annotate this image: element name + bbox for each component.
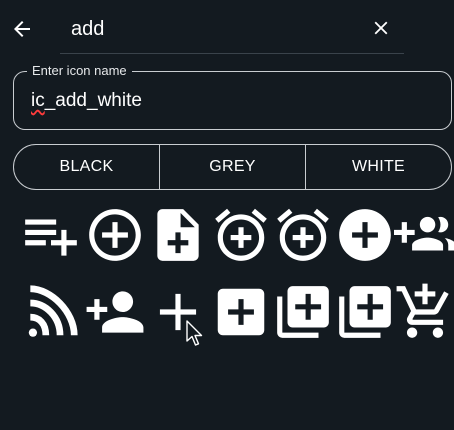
add-alarm-icon[interactable]	[210, 204, 272, 266]
add-circle-outline-icon[interactable]	[84, 204, 146, 266]
alarm-add-icon[interactable]	[272, 204, 334, 266]
wifi-add-icon[interactable]	[20, 281, 82, 343]
add-box-icon[interactable]	[210, 281, 272, 343]
icon-results-grid	[0, 204, 454, 354]
icon-name-field-value[interactable]: ic_add_white	[31, 90, 142, 112]
add-icon[interactable]	[147, 281, 209, 343]
icon-name-field[interactable]: Enter icon name ic_add_white	[13, 63, 452, 130]
library-add-icon[interactable]	[272, 281, 334, 343]
playlist-add-icon[interactable]	[20, 204, 82, 266]
search-input[interactable]	[60, 6, 404, 54]
top-bar	[0, 0, 454, 58]
library-add-icon[interactable]	[334, 281, 396, 343]
misspelled-word: ic	[31, 90, 45, 111]
add-circle-icon[interactable]	[334, 204, 396, 266]
icon-name-rest: _add_white	[44, 90, 142, 111]
icon-name-field-label: Enter icon name	[27, 63, 132, 79]
person-add-icon[interactable]	[84, 281, 146, 343]
white-color-button[interactable]: WHITE	[305, 145, 451, 189]
close-icon[interactable]	[370, 17, 392, 39]
back-arrow-icon[interactable]	[10, 17, 34, 41]
grey-color-button[interactable]: GREY	[159, 145, 305, 189]
group-add-icon[interactable]	[394, 204, 454, 266]
add-shopping-cart-icon[interactable]	[394, 281, 454, 343]
note-add-icon[interactable]	[147, 204, 209, 266]
color-toggle-group: BLACK GREY WHITE	[13, 144, 452, 190]
black-color-button[interactable]: BLACK	[14, 145, 159, 189]
